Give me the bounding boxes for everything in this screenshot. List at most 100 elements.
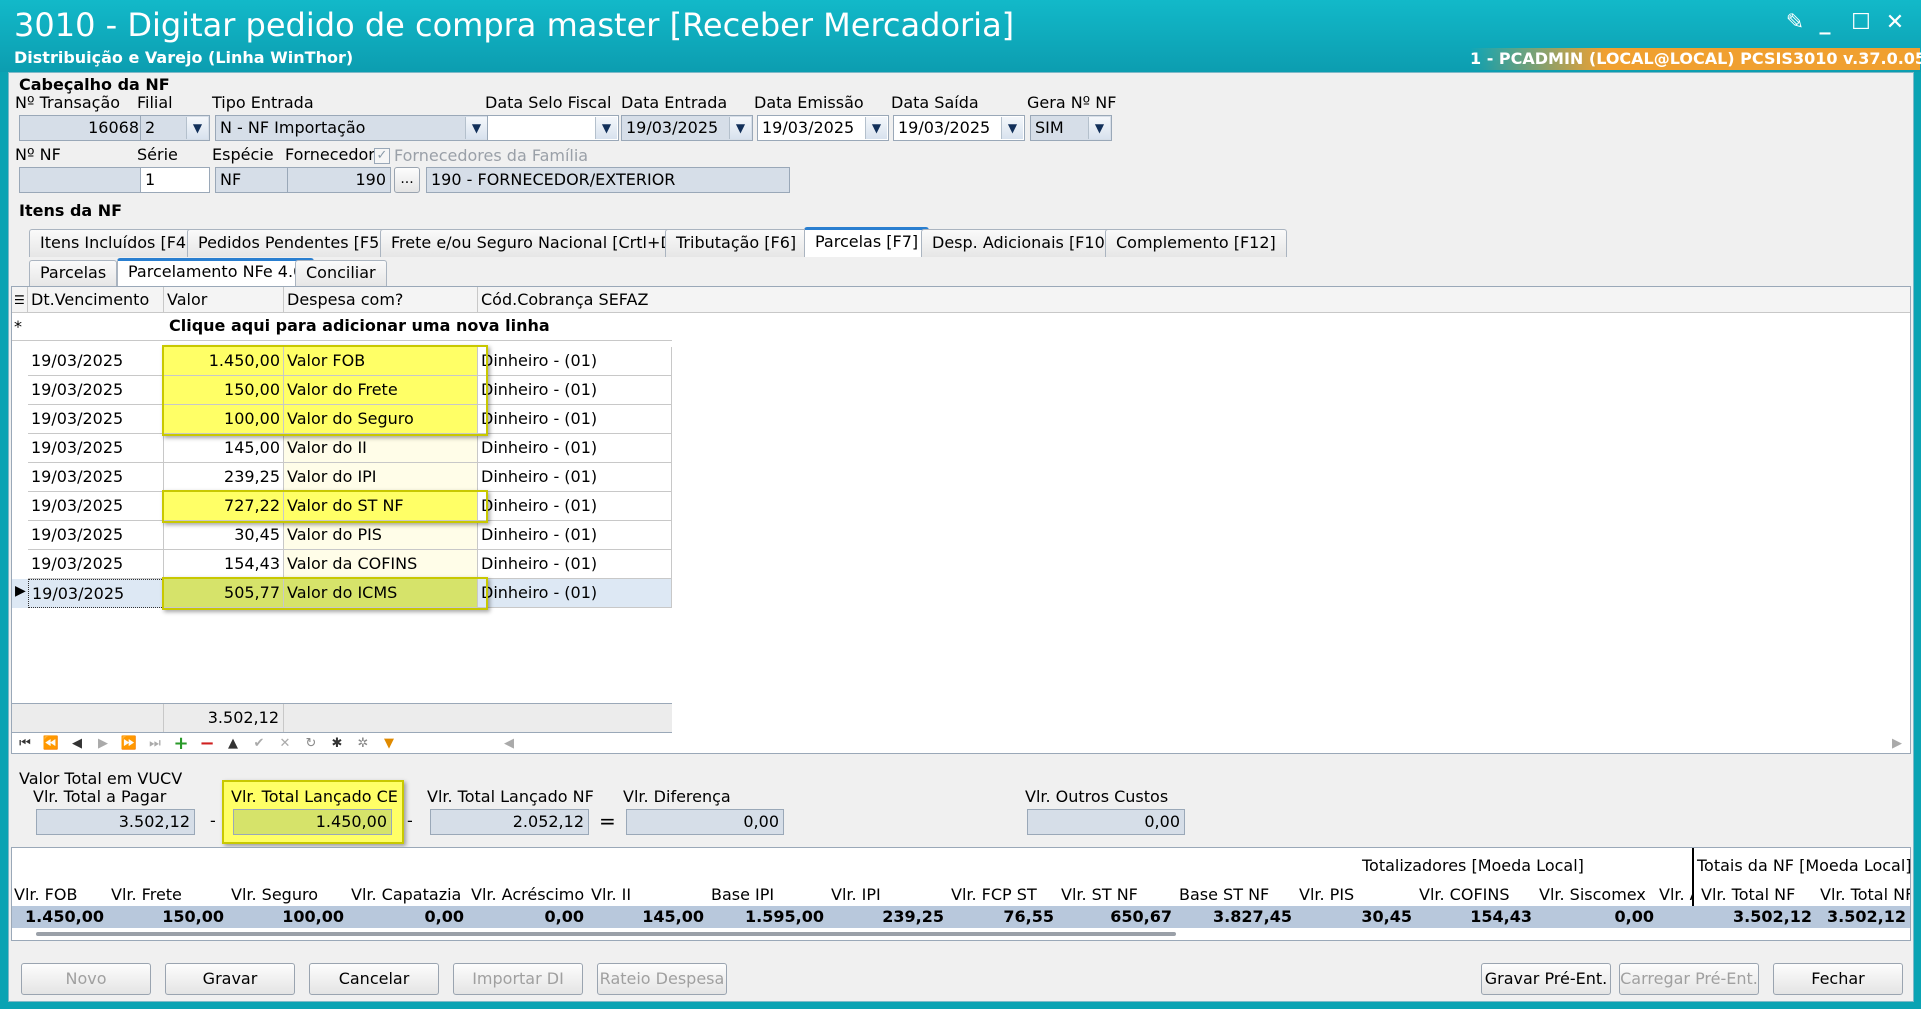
- col-dt-vencimento[interactable]: Dt.Vencimento: [28, 287, 164, 313]
- carregar-pre-button[interactable]: Carregar Pré-Ent.: [1619, 963, 1759, 995]
- tab-desp-adicionais[interactable]: Desp. Adicionais [F10]: [921, 229, 1122, 257]
- cell-valor[interactable]: 30,45: [164, 521, 284, 550]
- fornecedor-name-field[interactable]: 190 - FORNECEDOR/EXTERIOR: [426, 167, 790, 193]
- tab-complemento[interactable]: Complemento [F12]: [1105, 229, 1287, 257]
- prev-icon[interactable]: ◀: [66, 733, 88, 755]
- horizontal-scrollbar[interactable]: [36, 932, 1176, 936]
- cell-cod[interactable]: Dinheiro - (01): [478, 492, 672, 521]
- new-row-text[interactable]: Clique aqui para adicionar uma nova linh…: [169, 316, 550, 335]
- familia-checkbox[interactable]: ✓: [374, 148, 390, 164]
- up-icon[interactable]: ▲: [222, 733, 244, 755]
- tab-pedidos-pendentes[interactable]: Pedidos Pendentes [F5]: [187, 229, 397, 257]
- col-valor[interactable]: Valor: [164, 287, 284, 313]
- subtab-conciliar[interactable]: Conciliar: [295, 260, 387, 286]
- delete-icon[interactable]: −: [196, 733, 218, 755]
- rateio-despesa-button[interactable]: Rateio Despesa: [597, 963, 727, 995]
- cell-cod[interactable]: Dinheiro - (01): [478, 463, 672, 492]
- transacao-field[interactable]: 16068: [19, 115, 144, 141]
- cell-date[interactable]: 19/03/2025: [28, 521, 164, 550]
- data-selo-select[interactable]: ▼: [487, 115, 619, 141]
- scroll-right-icon[interactable]: ▶: [1886, 733, 1908, 755]
- next-icon[interactable]: ▶: [92, 733, 114, 755]
- novo-button[interactable]: Novo: [21, 963, 151, 995]
- importar-di-button[interactable]: Importar DI: [453, 963, 583, 995]
- cell-cod[interactable]: Dinheiro - (01): [478, 405, 672, 434]
- cell-date[interactable]: 19/03/2025: [28, 376, 164, 405]
- cell-date[interactable]: 19/03/2025: [28, 463, 164, 492]
- minimize-icon[interactable]: _: [1812, 10, 1838, 36]
- total-ce-field[interactable]: 1.450,00: [233, 809, 392, 835]
- cell-despesa[interactable]: Valor da COFINS: [284, 550, 478, 579]
- add-icon[interactable]: +: [170, 733, 192, 755]
- table-row[interactable]: 19/03/2025 239,25 Valor do IPI Dinheiro …: [12, 463, 672, 492]
- gravar-button[interactable]: Gravar: [165, 963, 295, 995]
- first-icon[interactable]: ⏮: [14, 733, 36, 755]
- serie-field[interactable]: 1: [140, 167, 210, 193]
- cell-date[interactable]: 19/03/2025: [28, 434, 164, 463]
- filial-select[interactable]: 2 ▼: [140, 115, 210, 141]
- tab-parcelas[interactable]: Parcelas [F7]: [804, 227, 930, 257]
- chevron-down-icon[interactable]: ▼: [465, 117, 487, 139]
- filter-icon[interactable]: ▼: [378, 733, 400, 755]
- chevron-down-icon[interactable]: ▼: [865, 117, 887, 139]
- table-row[interactable]: 19/03/2025 30,45 Valor do PIS Dinheiro -…: [12, 521, 672, 550]
- cell-cod[interactable]: Dinheiro - (01): [478, 376, 672, 405]
- cell-date[interactable]: 19/03/2025: [28, 550, 164, 579]
- cell-cod[interactable]: Dinheiro - (01): [478, 521, 672, 550]
- chevron-down-icon[interactable]: ▼: [595, 117, 617, 139]
- cell-date[interactable]: 19/03/2025: [28, 405, 164, 434]
- cell-cod[interactable]: Dinheiro - (01): [478, 579, 672, 608]
- data-saida-select[interactable]: 19/03/2025 ▼: [893, 115, 1025, 141]
- tab-itens-incluidos[interactable]: Itens Incluídos [F4]: [29, 229, 204, 257]
- cell-date[interactable]: 19/03/2025: [28, 347, 164, 376]
- diferenca-field[interactable]: 0,00: [626, 809, 784, 835]
- chevron-down-icon[interactable]: ▼: [729, 117, 751, 139]
- fornecedor-code-field[interactable]: 190: [287, 167, 391, 193]
- outros-field[interactable]: 0,00: [1027, 809, 1185, 835]
- cancel-icon[interactable]: ✕: [274, 733, 296, 755]
- cell-despesa[interactable]: Valor do II: [284, 434, 478, 463]
- data-entrada-select[interactable]: 19/03/2025 ▼: [621, 115, 753, 141]
- gravar-pre-button[interactable]: Gravar Pré-Ent.: [1481, 963, 1611, 995]
- table-row[interactable]: 19/03/2025 154,43 Valor da COFINS Dinhei…: [12, 550, 672, 579]
- cell-despesa[interactable]: Valor do PIS: [284, 521, 478, 550]
- cell-valor[interactable]: 145,00: [164, 434, 284, 463]
- total-nf-field[interactable]: 2.052,12: [430, 809, 589, 835]
- fornecedor-search-button[interactable]: ...: [394, 167, 420, 193]
- cell-cod[interactable]: Dinheiro - (01): [478, 434, 672, 463]
- goto-bookmark-icon[interactable]: ✲: [352, 733, 374, 755]
- subtab-parcelas[interactable]: Parcelas: [29, 260, 118, 286]
- tab-frete-seguro[interactable]: Frete e/ou Seguro Nacional [Crtl+D]: [380, 229, 690, 257]
- subtab-parcelamento-nfe[interactable]: Parcelamento NFe 4.0: [117, 258, 315, 286]
- tab-tributacao[interactable]: Tributação [F6]: [665, 229, 808, 257]
- last-icon[interactable]: ⏭: [144, 733, 166, 755]
- especie-field[interactable]: NF: [215, 167, 289, 193]
- cell-date[interactable]: 19/03/2025: [28, 579, 164, 608]
- bookmark-icon[interactable]: ✱: [326, 733, 348, 755]
- col-despesa[interactable]: Despesa com?: [284, 287, 478, 313]
- data-emissao-select[interactable]: 19/03/2025 ▼: [757, 115, 889, 141]
- chevron-down-icon[interactable]: ▼: [186, 117, 208, 139]
- column-chooser-icon[interactable]: ☰: [12, 287, 28, 313]
- prev-page-icon[interactable]: ⏪: [40, 733, 62, 755]
- tipo-entrada-select[interactable]: N - NF Importação ▼: [215, 115, 489, 141]
- cell-despesa[interactable]: Valor do IPI: [284, 463, 478, 492]
- chevron-down-icon[interactable]: ▼: [1088, 117, 1110, 139]
- new-row[interactable]: * Clique aqui para adicionar uma nova li…: [12, 313, 672, 341]
- cancelar-button[interactable]: Cancelar: [309, 963, 439, 995]
- cell-cod[interactable]: Dinheiro - (01): [478, 347, 672, 376]
- confirm-icon[interactable]: ✔: [248, 733, 270, 755]
- close-icon[interactable]: ✕: [1882, 10, 1908, 36]
- cell-valor[interactable]: 154,43: [164, 550, 284, 579]
- edit-icon[interactable]: ✎: [1782, 10, 1808, 36]
- col-cod-cobranca[interactable]: Cód.Cobrança SEFAZ: [478, 287, 672, 313]
- refresh-icon[interactable]: ↻: [300, 733, 322, 755]
- gera-nf-select[interactable]: SIM ▼: [1030, 115, 1112, 141]
- fechar-button[interactable]: Fechar: [1773, 963, 1903, 995]
- table-row[interactable]: 19/03/2025 145,00 Valor do II Dinheiro -…: [12, 434, 672, 463]
- next-page-icon[interactable]: ⏩: [118, 733, 140, 755]
- totalizadores-value-row[interactable]: 1.450,00 150,00 100,00 0,00 0,00 145,00 …: [12, 906, 1910, 928]
- cell-cod[interactable]: Dinheiro - (01): [478, 550, 672, 579]
- num-nf-field[interactable]: [19, 167, 144, 193]
- maximize-icon[interactable]: ☐: [1848, 10, 1874, 36]
